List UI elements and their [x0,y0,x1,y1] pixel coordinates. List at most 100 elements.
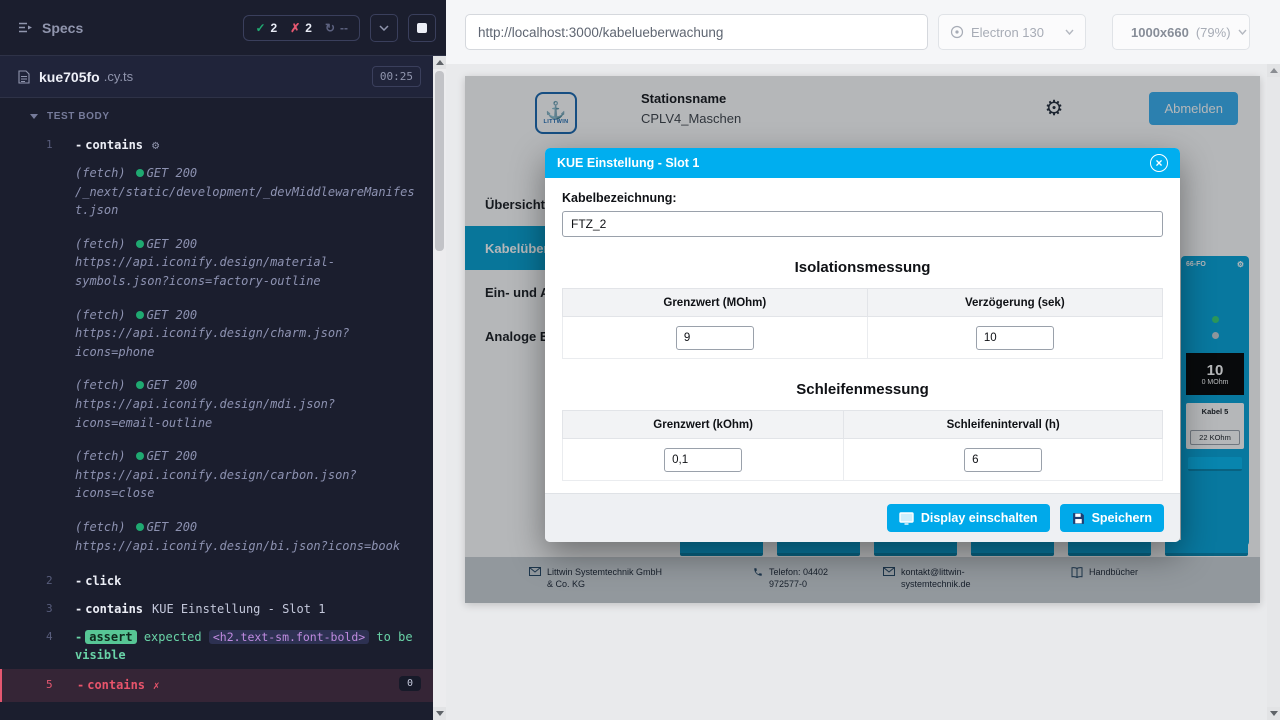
fetch-status-line: (fetch)GET 200 [75,376,419,395]
command-number: 3 [0,600,75,618]
assert-expected-state: visible [75,648,126,662]
page-scrollbar[interactable] [1267,64,1280,720]
fetch-tag: (fetch) [75,166,126,180]
fetch-log-entry[interactable]: (fetch)GET 200 https://api.iconify.desig… [0,373,433,435]
fetch-url: https://api.iconify.design/material-symb… [75,253,419,290]
table-row [563,439,1163,481]
monitor-icon [899,512,914,525]
stat-pending: ↻-- [325,21,348,35]
stat-failed: ✗2 [290,21,312,35]
command-row-5-failed[interactable]: 5 contains✗ 0 [0,669,433,702]
command-method: contains [85,602,143,616]
kue-settings-modal: KUE Einstellung - Slot 1 × Kabelbezeichn… [545,148,1180,542]
specs-icon [18,21,33,34]
viewport-zoom: (79%) [1196,25,1231,40]
reporter-scroll-content: kue705fo .cy.ts 00:25 TEST BODY 1 contai… [0,56,433,720]
command-method: contains [87,678,145,692]
modal-title: KUE Einstellung - Slot 1 [557,156,699,170]
fetch-tag: (fetch) [75,237,126,251]
aut-toolbar: Electron 130 1000x660 (79%) [446,0,1280,64]
command-row-1[interactable]: 1 contains⚙ [0,131,433,159]
display-on-label: Display einschalten [921,511,1038,525]
scroll-down-arrow-icon[interactable] [433,707,446,720]
specs-header-bar: Specs ✓2 ✗2 ↻-- [0,0,446,56]
scroll-up-arrow-icon[interactable] [433,56,446,69]
save-label: Speichern [1092,511,1152,525]
loop-limit-input[interactable] [664,448,742,472]
specs-menu-button[interactable]: Specs [18,20,83,36]
command-number: 4 [0,628,75,664]
cable-name-input[interactable] [562,211,1163,237]
chevron-down-icon [1065,29,1074,35]
command-number: 2 [0,572,75,590]
fetch-log-entry[interactable]: (fetch)GET 200 https://api.iconify.desig… [0,444,433,506]
fetch-tag: (fetch) [75,308,126,322]
scroll-down-arrow-icon[interactable] [1267,707,1280,720]
fetch-url: https://api.iconify.design/carbon.json?i… [75,466,419,503]
cross-icon: ✗ [290,21,300,35]
command-row-2[interactable]: 2 click [0,567,433,595]
stat-passed: ✓2 [255,21,277,35]
element-count-badge: 0 [399,676,421,691]
isolation-col1-header: Grenzwert (MOhm) [563,289,868,317]
status-dot-icon [136,311,144,319]
status-dot-icon [136,169,144,177]
viewport-selector[interactable]: 1000x660 (79%) [1112,14,1250,50]
fetch-status: GET 200 [147,449,198,463]
status-dot-icon [136,381,144,389]
reporter-body: kue705fo .cy.ts 00:25 TEST BODY 1 contai… [0,56,446,720]
command-content: contains✗ [77,676,433,695]
test-body-section-toggle[interactable]: TEST BODY [0,98,433,131]
fetch-log-entry[interactable]: (fetch)GET 200 /_next/static/development… [0,161,433,223]
command-content: contains⚙ [75,136,433,154]
modal-footer: Display einschalten Speichern [545,493,1180,542]
scroll-up-arrow-icon[interactable] [1267,64,1280,77]
isolation-limit-input[interactable] [676,326,754,350]
command-number: 5 [2,676,77,695]
browser-selector[interactable]: Electron 130 [938,14,1086,50]
command-row-3[interactable]: 3 containsKUE Einstellung - Slot 1 [0,595,433,623]
fetch-log-entry[interactable]: (fetch)GET 200 https://api.iconify.desig… [0,303,433,365]
fetch-status-line: (fetch)GET 200 [75,447,419,466]
command-row-4-assert[interactable]: 4 assert expected <h2.text-sm.font-bold>… [0,623,433,669]
modal-body: Kabelbezeichnung: Isolationsmessung Gren… [545,178,1180,481]
reporter-scrollbar[interactable] [433,56,446,720]
command-method: contains [85,138,143,152]
stop-tests-button[interactable] [408,14,436,42]
check-icon: ✓ [255,21,265,35]
isolation-table: Grenzwert (MOhm) Verzögerung (sek) [562,288,1163,359]
browser-icon [950,25,964,39]
close-icon[interactable]: × [1150,154,1168,172]
fetch-url: https://api.iconify.design/charm.json?ic… [75,324,419,361]
screen: Specs ✓2 ✗2 ↻-- kue705fo . [0,0,1280,720]
browser-name: Electron 130 [971,25,1044,40]
spec-file-ext: .cy.ts [104,69,133,84]
url-input[interactable] [465,14,928,50]
command-content: click [75,572,433,590]
fetch-status-line: (fetch)GET 200 [75,306,419,325]
loop-section-title: Schleifenmessung [562,381,1163,398]
fetch-log-entry[interactable]: (fetch)GET 200 https://api.iconify.desig… [0,515,433,558]
scrollbar-thumb[interactable] [435,71,444,251]
fetch-url: https://api.iconify.design/mdi.json?icon… [75,395,419,432]
collapse-reporter-button[interactable] [370,14,398,42]
specs-label: Specs [42,20,83,36]
display-on-button[interactable]: Display einschalten [887,504,1050,532]
fetch-status: GET 200 [147,166,198,180]
spec-file-icon [18,70,30,84]
save-button[interactable]: Speichern [1060,504,1164,532]
assert-message: be [398,630,412,644]
fetch-tag: (fetch) [75,520,126,534]
fetch-status-line: (fetch) GET 200 [75,164,419,183]
modal-title-bar: KUE Einstellung - Slot 1 × [545,148,1180,178]
spec-file-row[interactable]: kue705fo .cy.ts 00:25 [0,56,433,98]
loop-interval-input[interactable] [964,448,1042,472]
viewport-size: 1000x660 [1131,25,1189,40]
fetch-status-line: (fetch)GET 200 [75,518,419,537]
fetch-status-line: (fetch)GET 200 [75,235,419,254]
isolation-delay-input[interactable] [976,326,1054,350]
spec-timer: 00:25 [372,66,421,87]
chevron-down-icon [30,114,38,119]
passed-count: 2 [271,21,278,35]
fetch-log-entry[interactable]: (fetch)GET 200 https://api.iconify.desig… [0,232,433,294]
